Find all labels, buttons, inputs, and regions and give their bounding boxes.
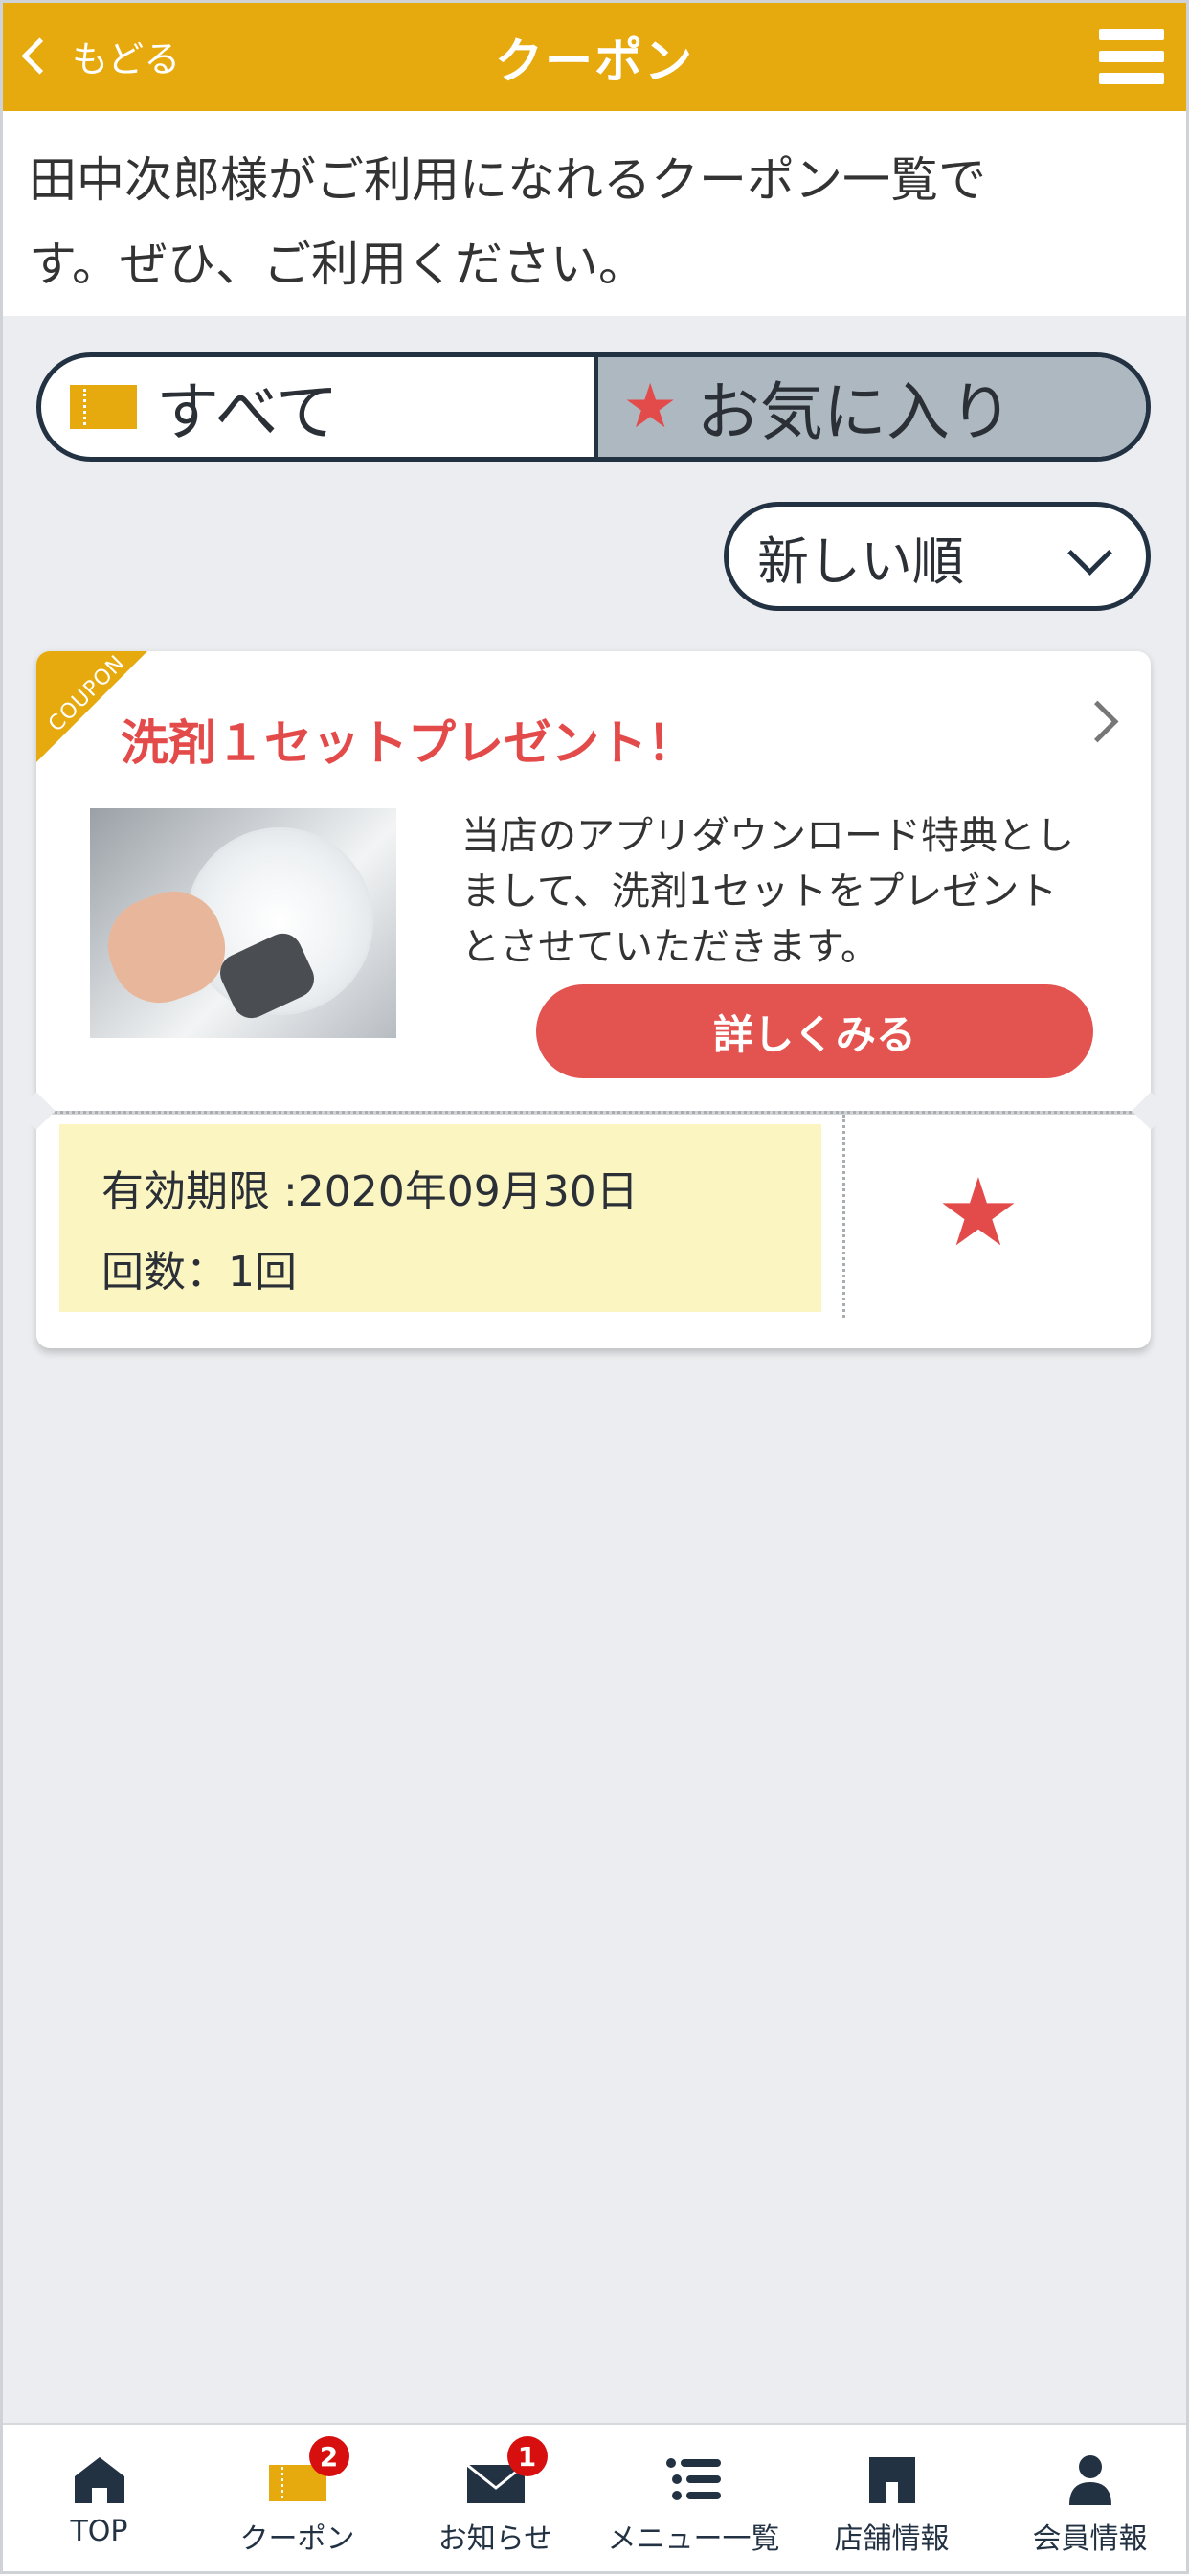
nav-item-member[interactable]: 会員情報 (991, 2425, 1189, 2576)
nav-item-menu-list[interactable]: メニュー一覧 (594, 2425, 793, 2576)
intro-text: 田中次郎様がご利用になれるクーポン一覧で す。ぜひ、ご利用ください。 (0, 111, 1189, 306)
star-icon: ★ (622, 372, 678, 442)
menu-list-icon (663, 2453, 725, 2505)
coupon-card[interactable]: COUPON 洗剤１セットプレゼント！ 当店のアプリダウンロード特典とし まして… (17, 651, 1170, 1348)
nav-label-menu-list: メニュー一覧 (607, 2522, 780, 2556)
home-icon (69, 2453, 130, 2505)
person-icon (1060, 2453, 1121, 2505)
coupon-title: 洗剤１セットプレゼント！ (121, 715, 695, 771)
coupon-icon: 2 (267, 2436, 349, 2505)
tab-favorites[interactable]: ★ お気に入り (593, 357, 1146, 457)
nav-item-store[interactable]: 店舗情報 (793, 2425, 991, 2576)
coupon-usage-count: 回数：1回 (101, 1248, 297, 1297)
nav-label-coupon: クーポン (239, 2522, 355, 2556)
favorite-star-icon[interactable]: ★ (936, 1166, 1021, 1260)
nav-label-top: TOP (70, 2515, 128, 2548)
intro-section: 田中次郎様がご利用になれるクーポン一覧で す。ぜひ、ご利用ください。 (0, 111, 1189, 316)
tab-all[interactable]: すべて (41, 357, 594, 457)
coupon-card-main[interactable]: COUPON 洗剤１セットプレゼント！ 当店のアプリダウンロード特典とし まして… (36, 651, 1151, 1111)
coupon-card-footer: 有効期限 :2020年09月30日 回数：1回 ★ (36, 1115, 1151, 1348)
coupon-description-line-1: 当店のアプリダウンロード特典とし (461, 814, 1074, 858)
coupon-image (90, 808, 396, 1038)
coupon-validity-box: 有効期限 :2020年09月30日 回数：1回 (59, 1124, 821, 1312)
nav-item-news[interactable]: 1 お知らせ (396, 2425, 594, 2576)
coupon-filter-tabs: すべて ★ お気に入り (36, 352, 1151, 462)
coupon-description: 当店のアプリダウンロード特典とし まして、洗剤1セットをプレゼント とさせていた… (461, 808, 1103, 975)
app-header: もどる クーポン (0, 0, 1189, 111)
nav-label-member: 会員情報 (1032, 2522, 1148, 2556)
mail-icon: 1 (465, 2436, 548, 2505)
nav-item-top[interactable]: TOP (0, 2425, 198, 2576)
footer-divider (842, 1115, 845, 1318)
tab-all-label: すべて (156, 375, 339, 449)
ticket-icon (70, 385, 137, 429)
coupon-description-line-2: まして、洗剤1セットをプレゼント (461, 870, 1058, 914)
store-icon (862, 2453, 923, 2505)
nav-label-news: お知らせ (437, 2522, 553, 2556)
nav-label-store: 店舗情報 (834, 2522, 950, 2556)
coupon-description-line-3: とさせていただきます。 (461, 925, 879, 969)
hamburger-menu-icon[interactable] (1099, 29, 1164, 84)
intro-line-2: す。ぜひ、ご利用ください。 (29, 237, 646, 292)
sort-selected-value: 新しい順 (757, 531, 964, 592)
nav-item-coupon[interactable]: 2 クーポン (198, 2425, 396, 2576)
intro-line-1: 田中次郎様がご利用になれるクーポン一覧で (29, 152, 986, 208)
sort-select[interactable]: 新しい順 (724, 502, 1151, 611)
chevron-right-icon[interactable] (1076, 700, 1119, 743)
coupon-badge: 2 (308, 2436, 349, 2476)
bottom-nav: TOP 2 クーポン 1 お知らせ メニュー一覧 店舗情報 会員情報 (0, 2423, 1189, 2576)
perforation-line (36, 1111, 1151, 1114)
tab-favorites-label: お気に入り (696, 375, 1013, 449)
coupon-expiry: 有効期限 :2020年09月30日 (101, 1167, 639, 1216)
details-button[interactable]: 詳しくみる (536, 984, 1093, 1078)
page-title: クーポン (495, 34, 694, 89)
chevron-down-icon (1067, 531, 1112, 576)
news-badge: 1 (506, 2436, 548, 2476)
